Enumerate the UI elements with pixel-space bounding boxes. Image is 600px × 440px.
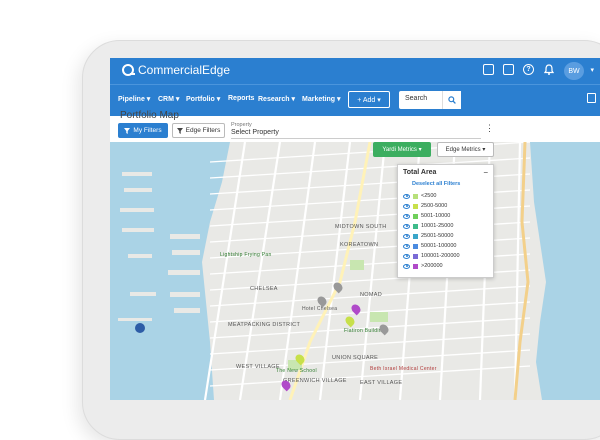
legend-title: Total Area — [403, 169, 437, 176]
my-filters-label: My Filters — [133, 127, 162, 134]
legend-swatch — [413, 253, 418, 259]
nav-marketing[interactable]: Marketing ▾ — [302, 95, 341, 103]
legend-swatch — [413, 193, 418, 199]
nav-reports[interactable]: Reports — [228, 95, 254, 102]
user-initials: BW — [568, 67, 580, 75]
eye-icon[interactable] — [403, 253, 410, 259]
chevron-down-icon[interactable]: ▾ — [590, 66, 594, 74]
area-label-chelsea: CHELSEA — [250, 286, 278, 292]
nav-portfolio[interactable]: Portfolio ▾ — [186, 95, 220, 103]
legend-row[interactable]: >200000 — [403, 262, 443, 270]
legend-label: 100001-200000 — [421, 253, 460, 259]
calendar-check-icon[interactable] — [503, 64, 514, 75]
top-icons: ? — [483, 64, 554, 75]
edge-filters-label: Edge Filters — [185, 127, 221, 134]
yardi-metrics-button[interactable]: Yardi Metrics ▾ — [373, 142, 431, 157]
nav-pipeline[interactable]: Pipeline ▾ — [118, 95, 150, 103]
legend-panel: Total Area − Deselect all Filters <2500 … — [397, 164, 494, 278]
brand-name: CommercialEdge — [138, 63, 231, 77]
eye-icon[interactable] — [403, 223, 410, 229]
filter-icon — [124, 127, 131, 134]
area-label-greenwich-village: GREENWICH VILLAGE — [283, 378, 347, 384]
legend-swatch — [413, 223, 418, 229]
legend-label: 25001-50000 — [421, 233, 454, 239]
eye-icon[interactable] — [403, 263, 410, 269]
brand-logo[interactable]: CommercialEdge — [122, 63, 230, 77]
legend-swatch — [413, 213, 418, 219]
legend-row[interactable]: 5001-10000 — [403, 212, 450, 220]
legend-row[interactable]: 50001-100000 — [403, 242, 456, 250]
poi-lightship: Lightship Frying Pan — [220, 252, 272, 258]
edge-metrics-button[interactable]: Edge Metrics ▾ — [437, 142, 494, 157]
area-label-union-square: UNION SQUARE — [332, 355, 379, 361]
legend-swatch — [413, 263, 418, 269]
more-options-icon[interactable]: ⋮ — [485, 124, 494, 133]
legend-row[interactable]: 2500-5000 — [403, 202, 447, 210]
legend-label: 2500-5000 — [421, 203, 448, 209]
area-label-west-village: WEST VILLAGE — [236, 364, 280, 370]
legend-row[interactable]: 10001-25000 — [403, 222, 453, 230]
nav-bar: Pipeline ▾ CRM ▾ Portfolio ▾ Reports Res… — [110, 84, 600, 116]
property-select[interactable]: Select Property — [231, 129, 481, 139]
poi-beth-israel: Beth Israel Medical Center — [370, 366, 437, 372]
add-button[interactable]: + Add ▾ — [348, 91, 390, 108]
page-title: Portfolio Map — [120, 110, 179, 121]
legend-row[interactable]: 100001-200000 — [403, 252, 460, 260]
nav-research[interactable]: Research ▾ — [258, 95, 295, 103]
eye-icon[interactable] — [403, 193, 410, 199]
bell-icon[interactable] — [543, 64, 554, 75]
eye-icon[interactable] — [403, 243, 410, 249]
app-screen: CommercialEdge ? BW ▾ Pipeline ▾ CRM ▾ P… — [110, 58, 600, 400]
map-canvas — [110, 142, 600, 400]
logo-mark-icon — [122, 64, 135, 76]
user-avatar[interactable]: BW — [564, 62, 584, 80]
poi-new-school: The New School — [276, 368, 317, 374]
area-label-nomad: NOMAD — [360, 292, 382, 298]
eye-icon[interactable] — [403, 213, 410, 219]
legend-row[interactable]: 25001-50000 — [403, 232, 453, 240]
area-label-meatpacking: MEATPACKING DISTRICT — [228, 322, 301, 328]
eye-icon[interactable] — [403, 203, 410, 209]
legend-swatch — [413, 203, 418, 209]
area-label-koreatown: KOREATOWN — [340, 242, 379, 248]
top-bar: CommercialEdge ? BW ▾ — [110, 58, 600, 84]
legend-label: 5001-10000 — [421, 213, 451, 219]
search-button[interactable] — [442, 91, 461, 109]
help-icon[interactable]: ? — [523, 64, 534, 75]
area-label-midtown-south: MIDTOWN SOUTH — [335, 224, 387, 230]
calendar-check-icon[interactable] — [587, 93, 596, 103]
edge-filters-button[interactable]: Edge Filters — [172, 123, 225, 138]
eye-icon[interactable] — [403, 233, 410, 239]
filter-icon — [176, 127, 183, 134]
my-filters-button[interactable]: My Filters — [118, 123, 168, 138]
nav-crm[interactable]: CRM ▾ — [158, 95, 179, 103]
poi-hotel-chelsea: Hotel Chelsea — [302, 306, 338, 312]
legend-swatch — [413, 243, 418, 249]
property-label: Property — [231, 122, 252, 128]
search-icon — [448, 96, 456, 104]
legend-swatch — [413, 233, 418, 239]
calendar-icon[interactable] — [483, 64, 494, 75]
collapse-icon[interactable]: − — [483, 168, 488, 177]
deselect-all-link[interactable]: Deselect all Filters — [412, 181, 460, 187]
legend-row[interactable]: <2500 — [403, 192, 436, 200]
legend-label: 10001-25000 — [421, 223, 454, 229]
legend-label: >200000 — [421, 263, 443, 269]
legend-label: <2500 — [421, 193, 437, 199]
area-label-east-village: EAST VILLAGE — [360, 380, 403, 386]
portfolio-map[interactable]: MIDTOWN SOUTH KOREATOWN NOMAD CHELSEA ME… — [110, 142, 600, 400]
legend-label: 50001-100000 — [421, 243, 457, 249]
